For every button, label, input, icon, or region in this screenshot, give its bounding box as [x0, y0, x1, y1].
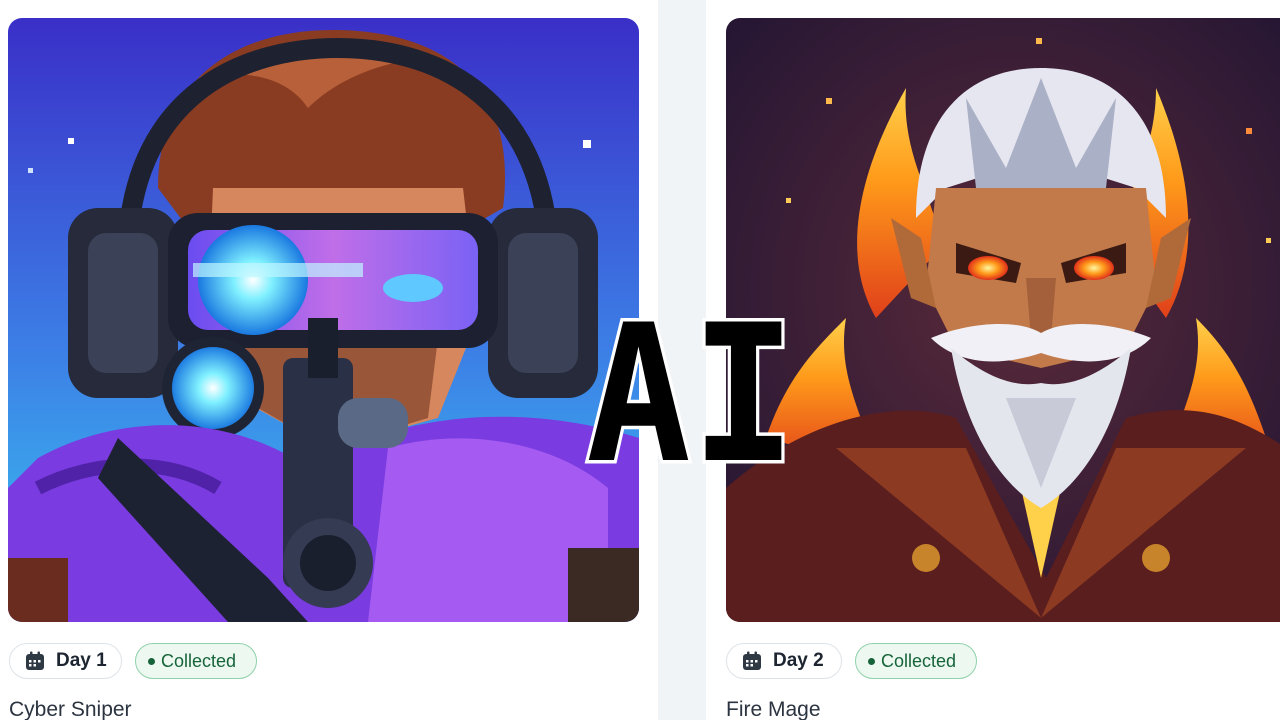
cyber-sniper-image[interactable]: [8, 18, 639, 622]
day-badge: Day 2: [726, 643, 842, 679]
day-badge: Day 1: [9, 643, 122, 679]
status-dot-icon: [148, 657, 155, 665]
status-label: Collected: [881, 650, 957, 671]
day-label: Day 1: [56, 650, 107, 671]
card-title: Cyber Sniper: [9, 698, 132, 720]
calendar-icon: [741, 650, 763, 672]
card-title: Fire Mage: [726, 698, 821, 720]
collected-badge: Collected: [855, 643, 977, 679]
day-label: Day 2: [773, 650, 824, 671]
fire-mage-image[interactable]: [726, 18, 1280, 622]
character-card-1[interactable]: Day 1 Collected Cyber Sniper: [0, 0, 658, 720]
ai-overlay-text: AI: [579, 312, 803, 478]
status-label: Collected: [161, 650, 237, 671]
calendar-icon: [24, 650, 46, 672]
fire-mage-portrait-icon: [726, 18, 1280, 622]
collected-badge: Collected: [135, 643, 257, 679]
cyber-sniper-portrait-icon: [8, 18, 639, 622]
status-dot-icon: [868, 657, 875, 665]
overlay-text: AI: [586, 312, 796, 478]
gallery: Day 1 Collected Cyber Sniper Day 2 Colle…: [0, 0, 1280, 720]
